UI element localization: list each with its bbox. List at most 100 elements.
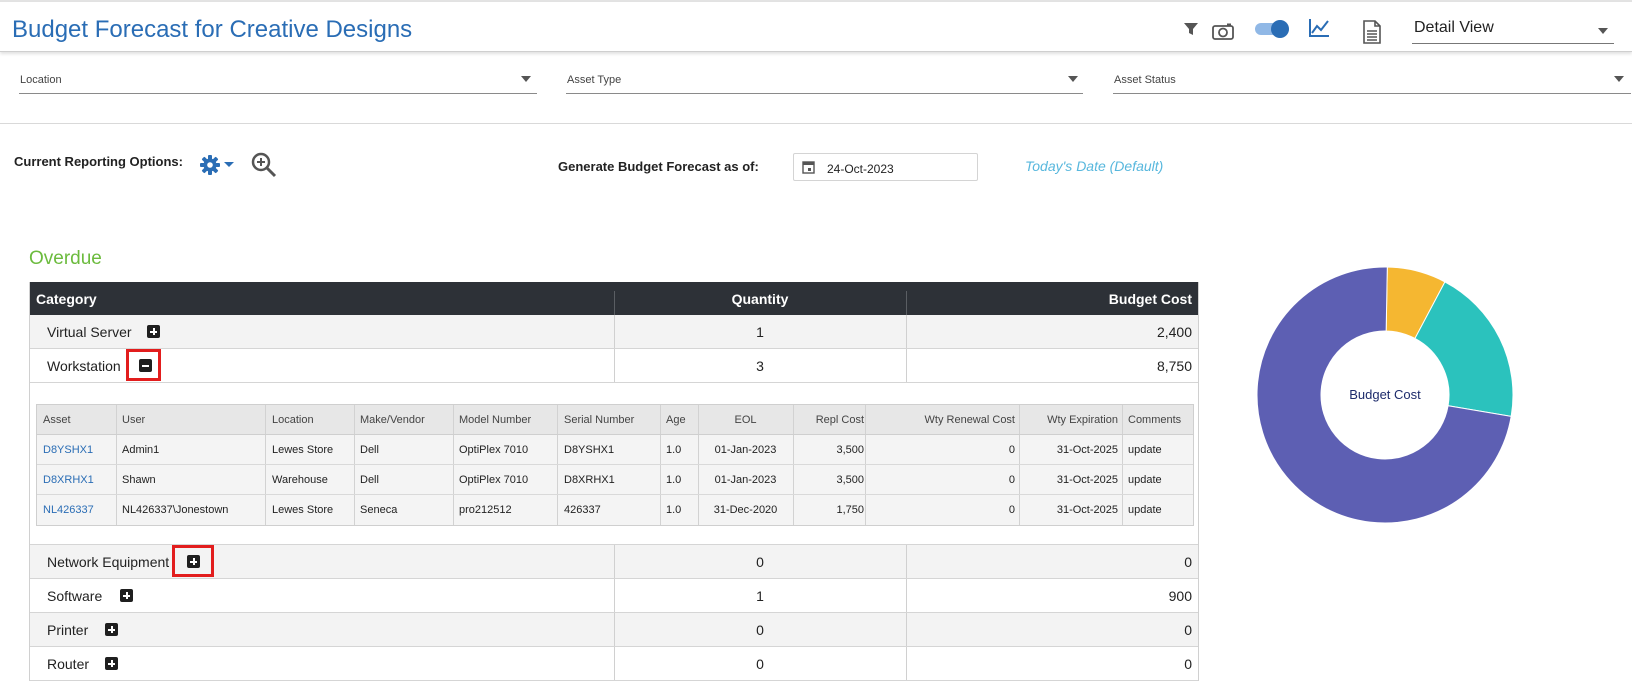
detail-table: Asset User Location Make/Vendor Model Nu… — [36, 404, 1194, 526]
repl-cost-cell: 3,500 — [836, 474, 864, 486]
budget-cost-value: 2,400 — [1156, 324, 1192, 340]
budget-cost-value: 0 — [1184, 554, 1192, 570]
quantity-value: 1 — [756, 324, 764, 340]
model-cell: OptiPlex 7010 — [459, 444, 529, 456]
table-row: Router 0 0 — [30, 647, 1198, 681]
view-select[interactable]: Detail View — [1412, 16, 1614, 44]
comments-cell: update — [1128, 474, 1162, 486]
quantity-value: 1 — [756, 588, 764, 604]
column-header: Serial Number — [564, 414, 635, 426]
workstation-detail-panel: Asset User Location Make/Vendor Model Nu… — [30, 383, 1198, 545]
column-header: Wty Expiration — [1047, 414, 1118, 426]
asset-type-filter[interactable]: Asset Type — [566, 62, 1083, 94]
chevron-down-icon — [1068, 76, 1078, 82]
vendor-cell: Seneca — [360, 504, 398, 516]
zoom-in-icon[interactable] — [251, 152, 277, 183]
column-header: Asset — [43, 414, 71, 426]
eol-cell: 01-Jan-2023 — [714, 474, 777, 486]
quantity-value: 0 — [756, 554, 764, 570]
chevron-down-icon — [521, 76, 531, 82]
detail-header: Asset User Location Make/Vendor Model Nu… — [37, 405, 1193, 435]
user-cell: NL426337\Jonestown — [122, 504, 229, 516]
asset-status-filter[interactable]: Asset Status — [1113, 62, 1631, 94]
budget-cost-value: 8,750 — [1156, 358, 1192, 374]
expand-icon[interactable] — [105, 657, 118, 670]
column-header-budget-cost: Budget Cost — [1108, 291, 1192, 307]
app-header: Budget Forecast for Creative Designs Det… — [0, 2, 1632, 52]
calendar-icon[interactable] — [802, 160, 815, 179]
comments-cell: update — [1128, 504, 1162, 516]
column-header: Location — [272, 414, 314, 426]
asset-link[interactable]: D8XRHX1 — [43, 474, 94, 486]
current-reporting-options-label: Current Reporting Options: — [14, 154, 183, 169]
category-label: Software — [47, 588, 103, 604]
expand-icon[interactable] — [120, 589, 133, 602]
serial-cell: 426337 — [564, 504, 601, 516]
column-header: EOL — [734, 414, 757, 426]
column-header: User — [122, 414, 146, 426]
table-header: Category Quantity Budget Cost — [30, 282, 1198, 315]
model-cell: pro212512 — [459, 504, 512, 516]
column-header: Age — [666, 414, 686, 426]
column-header-quantity: Quantity — [731, 291, 789, 307]
table-row: Printer 0 0 — [30, 613, 1198, 647]
chevron-down-icon — [1598, 28, 1608, 34]
table-row: Network Equipment 0 0 — [30, 545, 1198, 579]
todays-date-default-link[interactable]: Today's Date (Default) — [1025, 158, 1163, 174]
column-header: Comments — [1128, 414, 1182, 426]
wty-renewal-cell: 0 — [1008, 444, 1015, 456]
quantity-value: 3 — [756, 358, 764, 374]
budget-table: Category Quantity Budget Cost Virtual Se… — [29, 282, 1199, 681]
page-title: Budget Forecast for Creative Designs — [12, 16, 413, 43]
model-cell: OptiPlex 7010 — [459, 474, 529, 486]
budget-cost-value: 0 — [1184, 656, 1192, 672]
collapse-icon[interactable] — [139, 359, 152, 372]
column-header: Model Number — [459, 414, 532, 426]
wty-expiration-cell: 31-Oct-2025 — [1056, 504, 1118, 516]
column-header: Make/Vendor — [360, 414, 425, 426]
filter-icon[interactable] — [1183, 21, 1199, 42]
category-label: Printer — [47, 622, 89, 638]
serial-cell: D8YSHX1 — [564, 444, 615, 456]
user-cell: Admin1 — [122, 444, 160, 456]
camera-icon[interactable] — [1212, 23, 1234, 46]
location-cell: Lewes Store — [272, 504, 334, 516]
chevron-down-icon — [1614, 76, 1624, 82]
serial-cell: D8XRHX1 — [564, 474, 615, 486]
chart-icon[interactable] — [1308, 18, 1330, 43]
quantity-value: 0 — [756, 622, 764, 638]
detail-row: D8YSHX1 Admin1 Lewes Store Dell OptiPlex… — [37, 435, 1193, 465]
asset-link[interactable]: NL426337 — [43, 504, 94, 516]
location-filter[interactable]: Location — [19, 62, 537, 94]
toggle-switch[interactable] — [1254, 18, 1292, 45]
asset-link[interactable]: D8YSHX1 — [43, 444, 93, 456]
age-cell: 1.0 — [666, 444, 682, 456]
budget-cost-donut-chart: Budget Cost — [1256, 266, 1514, 524]
category-label: Network Equipment — [47, 554, 170, 570]
generate-forecast-label: Generate Budget Forecast as of: — [558, 159, 759, 174]
column-header: Wty Renewal Cost — [924, 414, 1015, 426]
forecast-date-input[interactable]: 24-Oct-2023 — [793, 153, 978, 181]
column-header-category: Category — [36, 291, 97, 307]
table-row: Virtual Server 1 2,400 — [30, 315, 1198, 349]
expand-icon[interactable] — [147, 325, 160, 338]
expand-icon[interactable] — [105, 623, 118, 636]
vendor-cell: Dell — [360, 474, 379, 486]
column-header: Repl Cost — [815, 414, 864, 426]
age-cell: 1.0 — [666, 504, 682, 516]
comments-cell: update — [1128, 444, 1162, 456]
category-label: Workstation — [47, 358, 121, 374]
repl-cost-cell: 1,750 — [836, 504, 864, 516]
location-cell: Lewes Store — [272, 444, 334, 456]
category-label: Virtual Server — [47, 324, 132, 340]
document-icon[interactable] — [1362, 20, 1382, 49]
budget-cost-value: 900 — [1168, 588, 1192, 604]
wty-renewal-cell: 0 — [1008, 474, 1015, 486]
age-cell: 1.0 — [666, 474, 682, 486]
section-title: Overdue — [29, 248, 102, 269]
expand-icon[interactable] — [187, 555, 200, 568]
table-row: Software 1 900 — [30, 579, 1198, 613]
user-cell: Shawn — [122, 474, 156, 486]
gear-icon[interactable] — [199, 154, 237, 181]
eol-cell: 31-Dec-2020 — [713, 504, 778, 516]
